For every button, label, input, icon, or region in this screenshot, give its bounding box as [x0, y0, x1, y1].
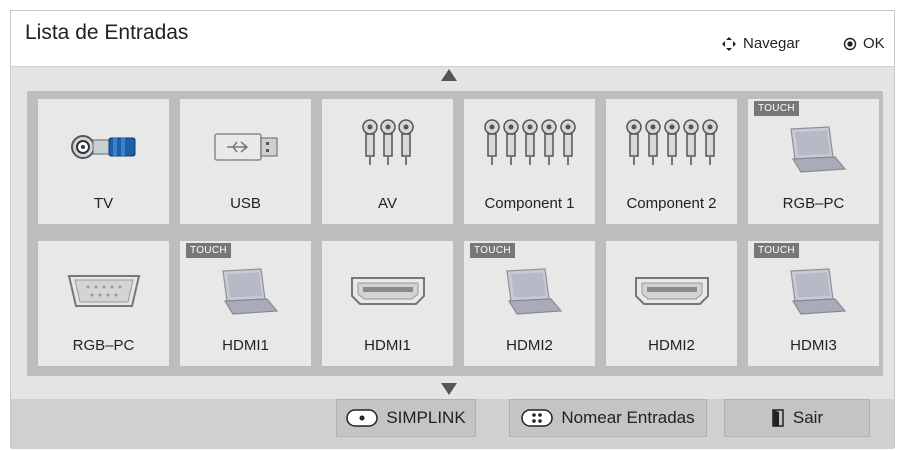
exit-button[interactable]: Sair	[724, 399, 870, 437]
bottom-bar: SIMPLINK Nomear Entradas Sair	[11, 399, 894, 449]
simplink-remote-icon	[346, 409, 379, 427]
input-tile-hdmi2[interactable]: TOUCH HDMI2	[464, 241, 595, 366]
ok-hint-label: OK	[863, 35, 885, 52]
input-tile-label: AV	[378, 195, 397, 212]
input-tile-hdmi1[interactable]: TOUCH HDMI1	[180, 241, 311, 366]
coax-icon	[69, 127, 139, 172]
scroll-down-arrow-icon[interactable]	[441, 383, 457, 395]
input-list-dialog: Lista de Entradas Navegar OK TV USB AV Comp…	[10, 10, 895, 449]
ok-button-icon	[843, 37, 857, 50]
input-tile-label: Component 2	[626, 195, 717, 212]
rca-av-icon	[358, 117, 418, 172]
navigate-hint: Navegar	[721, 35, 800, 52]
touch-badge: TOUCH	[470, 243, 515, 258]
input-tile-label: HDMI1	[364, 337, 411, 354]
input-tile-component-1[interactable]: Component 1	[464, 99, 595, 224]
title-bar: Lista de Entradas Navegar OK	[11, 11, 894, 67]
rename-inputs-label: Nomear Entradas	[561, 408, 695, 427]
scroll-up-arrow-icon[interactable]	[441, 69, 457, 81]
hdmi-icon	[633, 271, 711, 316]
rename-inputs-button[interactable]: Nomear Entradas	[509, 399, 707, 437]
exit-label: Sair	[792, 408, 824, 427]
simplink-label: SIMPLINK	[386, 408, 466, 427]
input-grid: TV USB AV Component 1 Component 2 TOUCH RGB–PC…	[27, 91, 883, 376]
input-tile-label: HDMI1	[222, 337, 269, 354]
navigate-hint-label: Navegar	[743, 35, 800, 52]
navigate-arrows-icon	[722, 36, 736, 51]
input-tile-label: Component 1	[484, 195, 575, 212]
exit-door-icon	[772, 409, 784, 427]
input-tile-component-2[interactable]: Component 2	[606, 99, 737, 224]
remote-four-dots-icon	[521, 409, 554, 427]
input-tile-label: HDMI2	[506, 337, 553, 354]
input-tile-label: HDMI3	[790, 337, 837, 354]
input-tile-label: HDMI2	[648, 337, 695, 354]
touch-badge: TOUCH	[754, 243, 799, 258]
input-tile-usb[interactable]: USB	[180, 99, 311, 224]
input-tile-rgb-pc[interactable]: TOUCH RGB–PC	[748, 99, 879, 224]
laptop-icon	[779, 267, 849, 322]
input-tile-label: USB	[230, 195, 261, 212]
input-tile-hdmi2[interactable]: HDMI2	[606, 241, 737, 366]
touch-badge: TOUCH	[186, 243, 231, 258]
touch-badge: TOUCH	[754, 101, 799, 116]
component-icon	[624, 117, 720, 172]
input-tile-label: RGB–PC	[72, 337, 135, 354]
laptop-icon	[211, 267, 281, 322]
laptop-icon	[779, 125, 849, 180]
input-tile-hdmi1[interactable]: HDMI1	[322, 241, 453, 366]
input-tile-tv[interactable]: TV	[38, 99, 169, 224]
input-tile-rgb-pc[interactable]: RGB–PC	[38, 241, 169, 366]
usb-icon	[211, 127, 281, 172]
hdmi-icon	[349, 271, 427, 316]
input-tile-hdmi3[interactable]: TOUCH HDMI3	[748, 241, 879, 366]
dialog-title: Lista de Entradas	[25, 21, 189, 44]
laptop-icon	[495, 267, 565, 322]
ok-hint: OK	[843, 35, 885, 52]
simplink-button[interactable]: SIMPLINK	[336, 399, 476, 437]
input-tile-label: RGB–PC	[782, 195, 845, 212]
component-icon	[482, 117, 578, 172]
input-tile-av[interactable]: AV	[322, 99, 453, 224]
vga-icon	[66, 271, 142, 316]
input-tile-label: TV	[93, 195, 114, 212]
